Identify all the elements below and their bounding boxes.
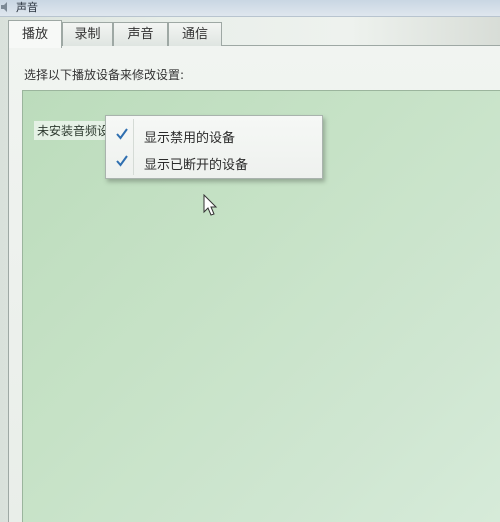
device-list-context-menu: 显示禁用的设备 显示已断开的设备 (105, 115, 323, 179)
tab-sounds[interactable]: 声音 (113, 22, 168, 46)
menu-item-show-disconnected-devices[interactable]: 显示已断开的设备 (108, 149, 320, 175)
tab-communications[interactable]: 通信 (168, 22, 222, 46)
checkmark-icon (116, 155, 128, 167)
sound-dialog: 声音 播放 录制 声音 通信 选择以下播放设备来修改设置: 未安装音频设备 显示… (0, 0, 500, 522)
menu-item-label: 显示已断开的设备 (144, 158, 249, 173)
mouse-cursor-icon (203, 194, 218, 216)
menu-item-show-disabled-devices[interactable]: 显示禁用的设备 (108, 122, 320, 148)
checkmark-icon (116, 128, 128, 140)
instruction-text: 选择以下播放设备来修改设置: (24, 68, 185, 82)
menu-item-label: 显示禁用的设备 (144, 131, 236, 146)
tab-strip: 播放 录制 声音 通信 (8, 20, 428, 48)
tab-recording[interactable]: 录制 (62, 22, 113, 46)
speaker-icon (1, 2, 7, 12)
tab-playback[interactable]: 播放 (8, 20, 62, 48)
window-title: 声音 (16, 1, 38, 14)
title-bar: 声音 (0, 0, 500, 17)
